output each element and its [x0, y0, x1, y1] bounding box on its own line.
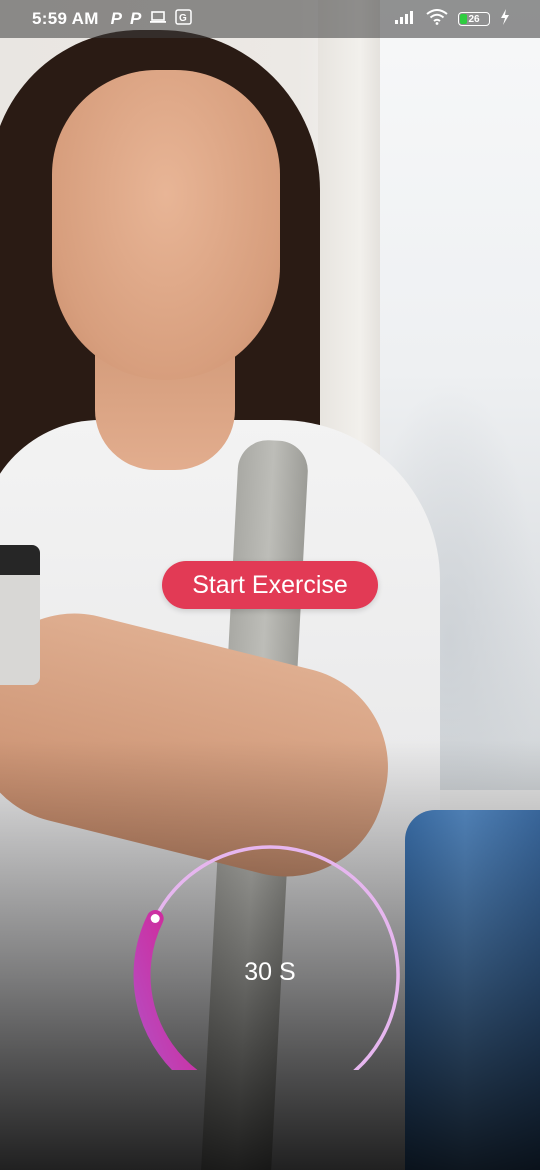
exercise-screen: 5:59 AM P P G 26 Start Exercise 30 S [0, 0, 540, 1170]
battery-level-text: 26 [468, 13, 480, 25]
notification-icons: P P G [110, 8, 193, 30]
timer-progress-knob [150, 914, 160, 923]
timer-gauge: 30 S [125, 840, 415, 1070]
start-exercise-button[interactable]: Start Exercise [162, 561, 378, 609]
translate-icon: G [175, 8, 193, 30]
status-bar: 5:59 AM P P G 26 [0, 0, 540, 38]
timer-arc [133, 845, 400, 1070]
timer-label: 30 S [244, 958, 296, 986]
wifi-icon [426, 8, 448, 30]
timer-progress [133, 910, 198, 1070]
p-icon: P [110, 9, 122, 28]
battery-icon: 26 [458, 12, 490, 26]
signal-icon [394, 10, 416, 29]
svg-text:G: G [179, 13, 187, 24]
laptop-icon [149, 10, 167, 29]
system-icons: 26 [394, 8, 510, 30]
charging-icon [500, 8, 510, 30]
p-icon: P [130, 9, 142, 28]
battery-level-fill [460, 14, 467, 24]
status-time: 5:59 AM [32, 9, 99, 28]
